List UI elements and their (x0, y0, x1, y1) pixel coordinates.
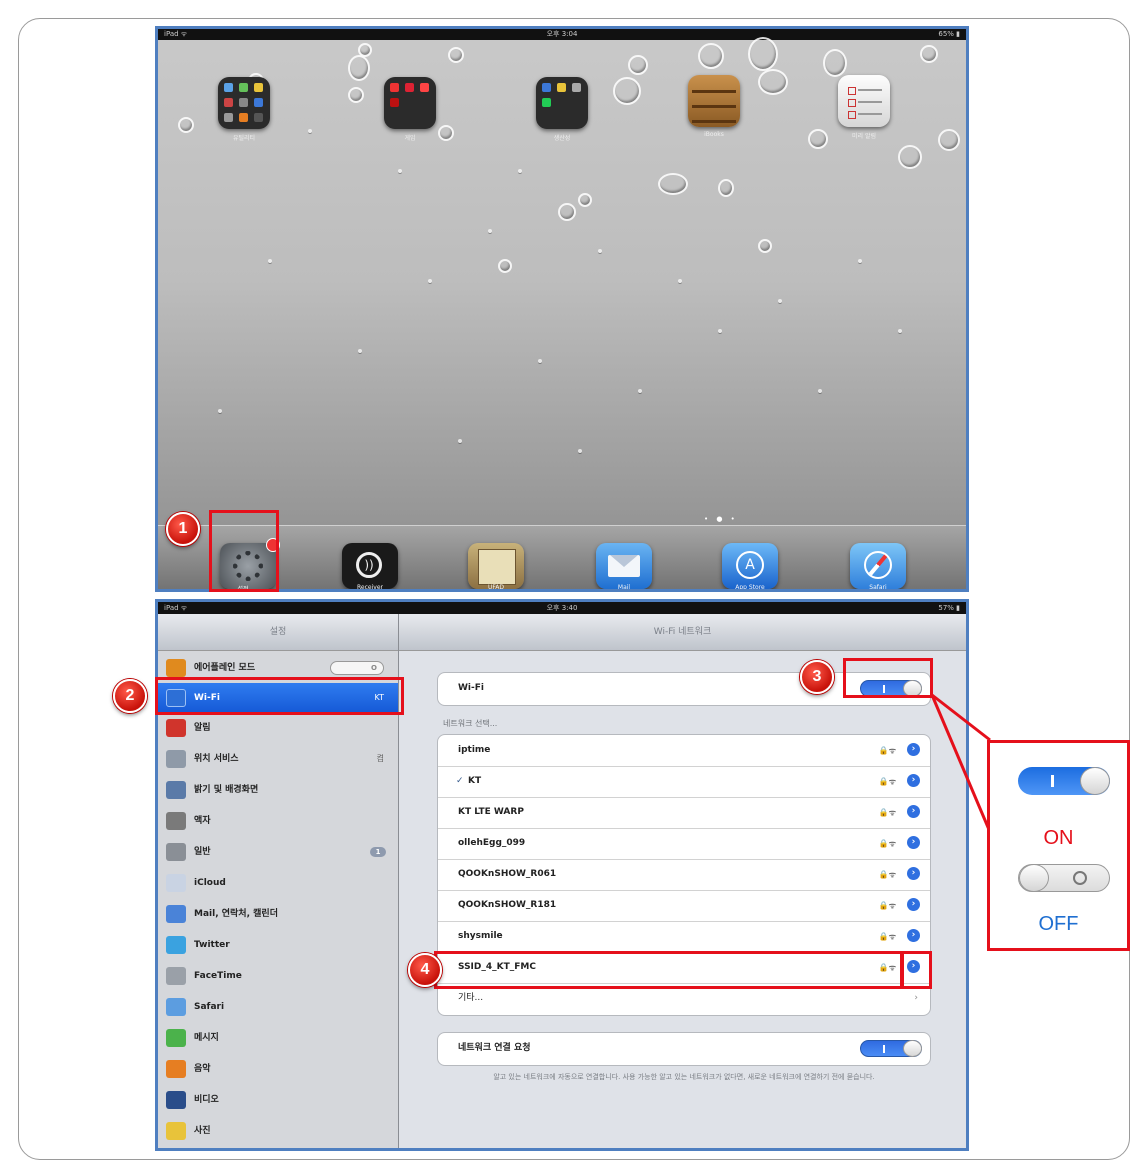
callout-connector-lines (930, 693, 992, 833)
toggle-off-example (1018, 864, 1110, 892)
off-label: OFF (1038, 913, 1079, 935)
on-label: ON (1043, 827, 1074, 849)
toggle-on-example (1018, 767, 1110, 795)
toggle-legend-callout: ON OFF (987, 740, 1130, 951)
